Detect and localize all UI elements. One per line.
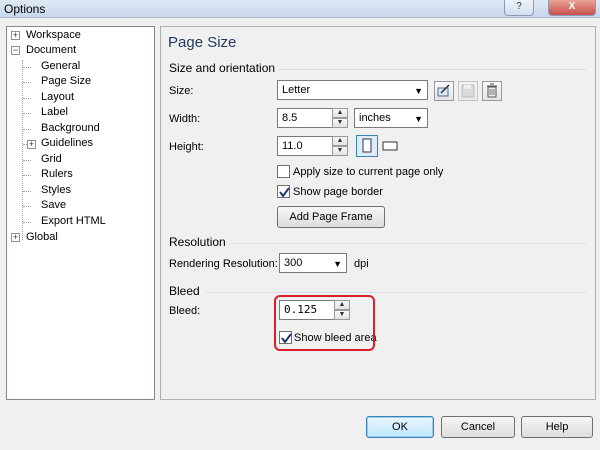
highlight-annotation — [274, 295, 375, 351]
chevron-down-icon: ▼ — [414, 114, 423, 124]
tree-item-export-html[interactable]: Export HTML — [41, 214, 106, 229]
section-heading-resolution: Resolution — [169, 235, 226, 249]
portrait-icon — [362, 138, 372, 153]
tree-connector — [23, 113, 31, 114]
chevron-down-icon[interactable]: ▼ — [332, 146, 348, 156]
checkmark-icon — [279, 187, 290, 198]
tree-connector — [23, 175, 31, 176]
resolution-value: 300 — [284, 257, 303, 269]
chevron-up-icon[interactable]: ▲ — [332, 136, 348, 146]
chevron-down-icon: ▼ — [414, 86, 423, 96]
rendering-resolution-label: Rendering Resolution: — [169, 258, 278, 270]
help-button[interactable]: Help — [521, 416, 593, 438]
tree-connector — [23, 82, 31, 83]
tree-item-styles[interactable]: Styles — [41, 183, 71, 198]
chevron-down-icon[interactable]: ▼ — [332, 118, 348, 128]
trash-icon — [487, 83, 497, 98]
units-dropdown[interactable]: inches ▼ — [354, 108, 428, 128]
save-size-button[interactable] — [458, 81, 478, 101]
show-page-border-label: Show page border — [293, 186, 383, 198]
size-label: Size: — [169, 85, 194, 97]
tree-item-document[interactable]: Document — [26, 43, 76, 58]
tree-item-layout[interactable]: Layout — [41, 90, 74, 105]
height-label: Height: — [169, 141, 204, 153]
ok-button[interactable]: OK — [366, 416, 434, 438]
title-bar: Options ? X — [0, 0, 600, 18]
chevron-down-icon: ▼ — [333, 259, 342, 269]
section-heading-size: Size and orientation — [169, 61, 276, 75]
save-icon — [461, 84, 475, 98]
portrait-button[interactable] — [356, 135, 378, 157]
units-value: inches — [359, 112, 391, 124]
tree-item-general[interactable]: General — [41, 59, 80, 74]
section-divider — [279, 69, 587, 70]
collapse-icon[interactable]: − — [11, 46, 20, 55]
page-title: Page Size — [168, 34, 237, 51]
section-divider — [205, 292, 587, 293]
width-stepper[interactable]: ▲ ▼ — [332, 108, 348, 128]
add-page-frame-button[interactable]: Add Page Frame — [277, 206, 385, 228]
tree-connector — [23, 98, 31, 99]
cancel-button[interactable]: Cancel — [441, 416, 515, 438]
expand-icon[interactable]: + — [11, 233, 20, 242]
close-icon[interactable]: X — [548, 0, 596, 16]
tree-item-label[interactable]: Label — [41, 105, 68, 120]
tree-connector — [23, 129, 31, 130]
height-stepper[interactable]: ▲ ▼ — [332, 136, 348, 156]
tree-item-save[interactable]: Save — [41, 198, 66, 213]
window-title: Options — [4, 2, 46, 16]
tree-item-rulers[interactable]: Rulers — [41, 167, 73, 182]
bleed-label: Bleed: — [169, 305, 201, 317]
tree-item-global[interactable]: Global — [26, 230, 58, 245]
edit-icon — [437, 84, 450, 97]
landscape-button[interactable] — [382, 140, 399, 151]
tree-connector — [22, 60, 23, 240]
show-page-border-checkbox[interactable] — [277, 185, 290, 198]
tree-connector — [23, 191, 31, 192]
tree-connector — [23, 222, 31, 223]
resolution-dropdown[interactable]: 300 ▼ — [279, 253, 347, 273]
resolution-unit: dpi — [354, 258, 369, 270]
tree-item-guidelines[interactable]: Guidelines — [41, 136, 93, 151]
section-divider — [231, 243, 587, 244]
tree-item-grid[interactable]: Grid — [41, 152, 62, 167]
apply-current-page-checkbox[interactable] — [277, 165, 290, 178]
delete-size-button[interactable] — [482, 81, 502, 101]
width-input[interactable]: 8.5 — [277, 108, 333, 128]
landscape-icon — [382, 141, 398, 151]
tree-item-page-size[interactable]: Page Size — [41, 74, 91, 89]
apply-current-page-label: Apply size to current page only — [293, 166, 444, 178]
settings-panel: Page Size Size and orientation Size: Let… — [160, 26, 596, 400]
tree-connector — [23, 206, 31, 207]
chevron-up-icon[interactable]: ▲ — [332, 108, 348, 118]
size-dropdown[interactable]: Letter ▼ — [277, 80, 428, 100]
height-input[interactable]: 11.0 — [277, 136, 333, 156]
tree-item-workspace[interactable]: Workspace — [26, 28, 81, 43]
tree-item-background[interactable]: Background — [41, 121, 100, 136]
expand-icon[interactable]: + — [27, 140, 36, 149]
size-value: Letter — [282, 84, 311, 96]
tree-connector — [23, 160, 31, 161]
help-icon[interactable]: ? — [504, 0, 534, 16]
options-tree: + Workspace − Document General Page Size… — [6, 26, 155, 400]
expand-icon[interactable]: + — [11, 31, 20, 40]
width-label: Width: — [169, 113, 201, 125]
section-heading-bleed: Bleed — [169, 284, 200, 298]
tree-connector — [23, 67, 31, 68]
edit-size-button[interactable] — [434, 81, 454, 101]
